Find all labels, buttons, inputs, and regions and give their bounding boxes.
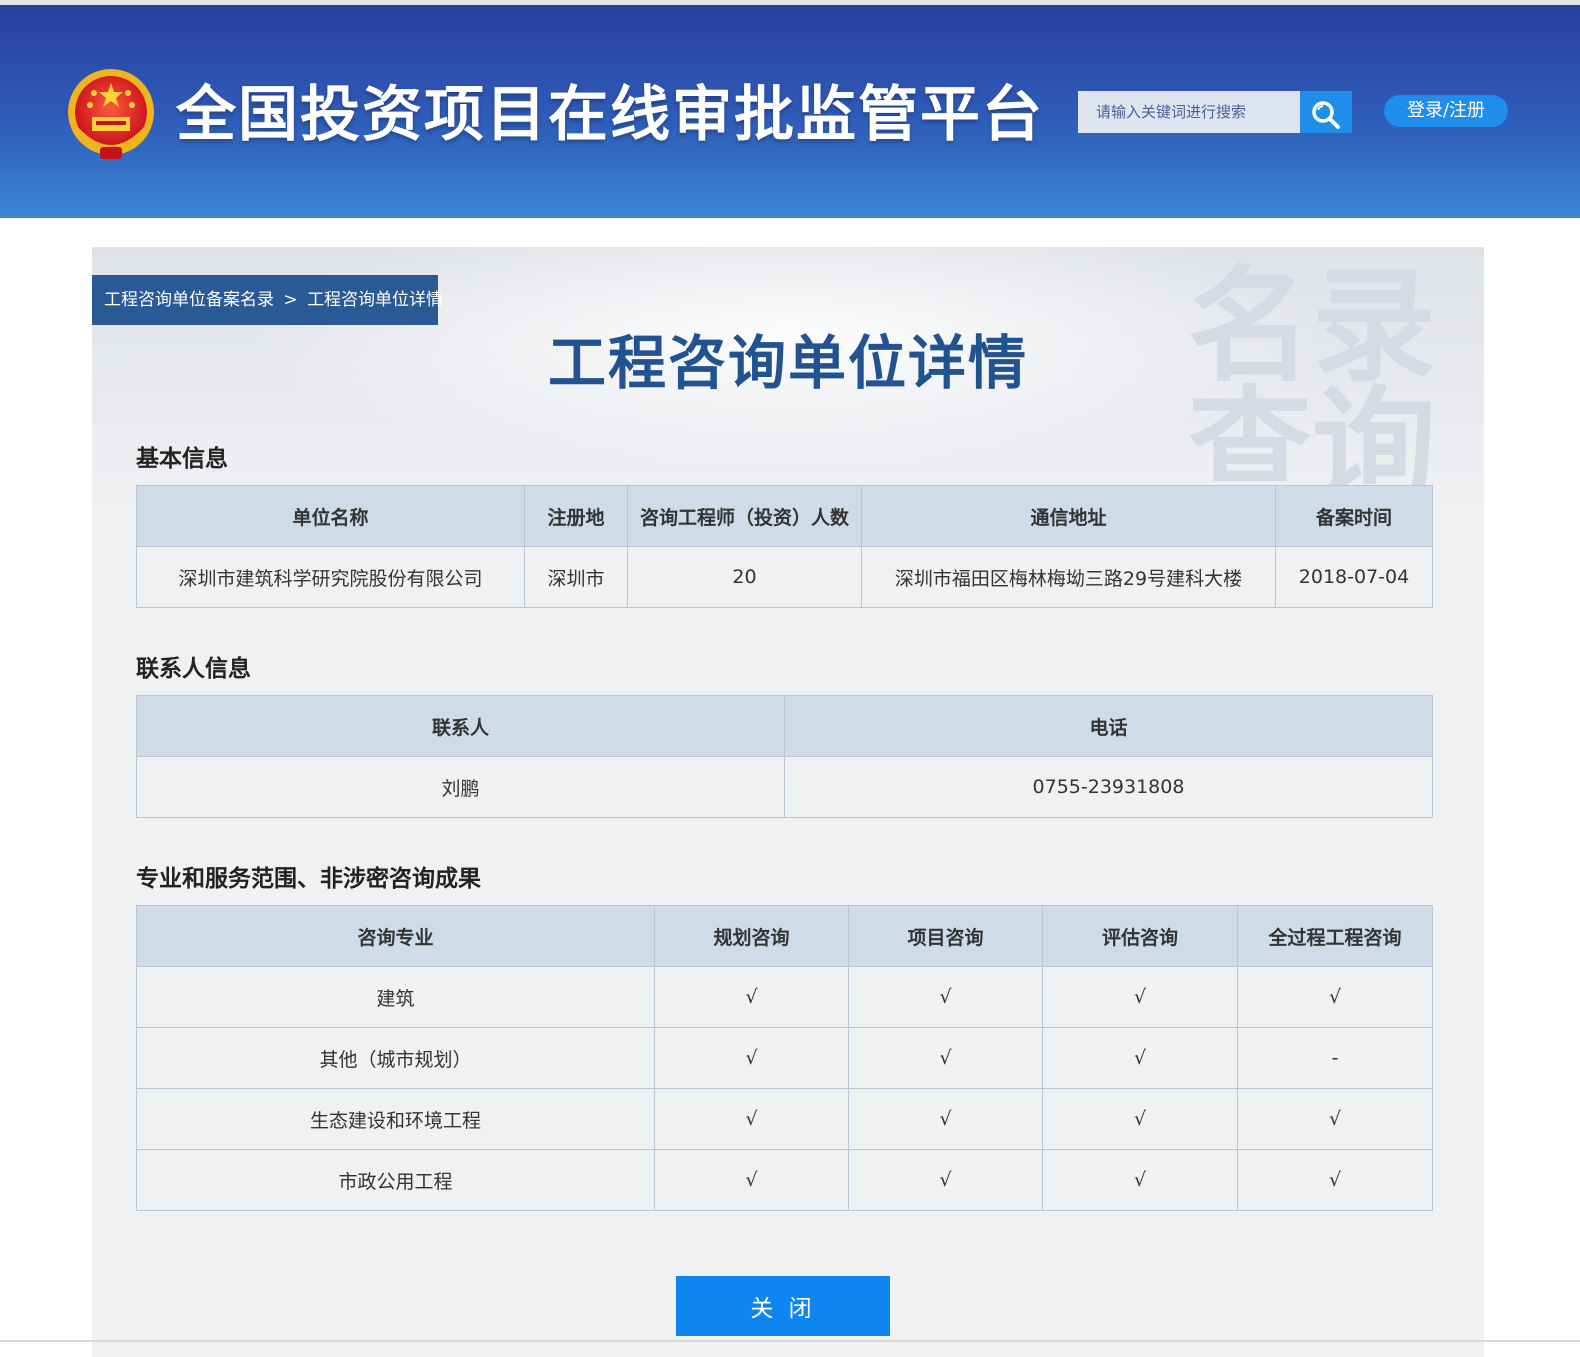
specialty-cell: 建筑 [136, 966, 655, 1028]
check-cell: √ [654, 1149, 849, 1211]
filing-date-cell: 2018-07-04 [1275, 546, 1433, 608]
check-cell: √ [848, 1027, 1043, 1089]
table-row: 其他（城市规划） √ √ √ - [136, 1027, 1433, 1089]
table-header-row: 联系人 电话 [136, 695, 1433, 757]
column-header: 备案时间 [1275, 485, 1433, 547]
page-bottom-divider [0, 1340, 1580, 1342]
check-cell: - [1237, 1027, 1433, 1089]
table-row: 市政公用工程 √ √ √ √ [136, 1149, 1433, 1211]
check-cell: √ [654, 1088, 849, 1150]
section-title-services: 专业和服务范围、非涉密咨询成果 [136, 866, 481, 892]
phone-cell: 0755-23931808 [784, 756, 1433, 818]
check-cell: √ [1042, 1088, 1238, 1150]
check-cell: √ [654, 966, 849, 1028]
column-header: 电话 [784, 695, 1433, 757]
site-header: 全国投资项目在线审批监管平台 登录/注册 [0, 0, 1580, 218]
specialty-cell: 其他（城市规划） [136, 1027, 655, 1089]
table-row: 刘鹏 0755-23931808 [136, 756, 1433, 818]
contact-person-cell: 刘鹏 [136, 756, 785, 818]
column-header: 咨询工程师（投资）人数 [627, 485, 862, 547]
table-header-row: 单位名称 注册地 咨询工程师（投资）人数 通信地址 备案时间 [136, 485, 1433, 547]
check-cell: √ [848, 1149, 1043, 1211]
check-cell: √ [1237, 966, 1433, 1028]
basic-info-table: 单位名称 注册地 咨询工程师（投资）人数 通信地址 备案时间 深圳市建筑科学研究… [136, 485, 1433, 608]
column-header: 单位名称 [136, 485, 525, 547]
contact-info-table: 联系人 电话 刘鹏 0755-23931808 [136, 695, 1433, 818]
check-cell: √ [1237, 1088, 1433, 1150]
check-cell: √ [1042, 966, 1238, 1028]
login-register-button[interactable]: 登录/注册 [1384, 95, 1508, 127]
column-header: 咨询专业 [136, 905, 655, 967]
section-title-basic-info: 基本信息 [136, 446, 228, 472]
search-icon [1312, 100, 1340, 129]
check-cell: √ [848, 1088, 1043, 1150]
specialty-cell: 生态建设和环境工程 [136, 1088, 655, 1150]
page-title: 工程咨询单位详情 [547, 329, 1028, 397]
search-input[interactable] [1078, 91, 1300, 133]
breadcrumb-separator: > [283, 290, 298, 310]
column-header: 规划咨询 [654, 905, 849, 967]
check-cell: √ [848, 966, 1043, 1028]
table-row: 深圳市建筑科学研究院股份有限公司 深圳市 20 深圳市福田区梅林梅坳三路29号建… [136, 546, 1433, 608]
column-header: 全过程工程咨询 [1237, 905, 1433, 967]
column-header: 评估咨询 [1042, 905, 1238, 967]
breadcrumb-current: 工程咨询单位详情 [307, 290, 444, 310]
site-title: 全国投资项目在线审批监管平台 [176, 80, 1044, 150]
check-cell: √ [1237, 1149, 1433, 1211]
breadcrumb: 工程咨询单位备案名录 > 工程咨询单位详情 [92, 275, 443, 325]
check-cell: √ [1042, 1027, 1238, 1089]
column-header: 注册地 [524, 485, 628, 547]
detail-panel: 名录 查询 工程咨询单位备案名录 > 工程咨询单位详情 工程咨询单位详情 基本信… [92, 247, 1484, 1357]
services-table: 咨询专业 规划咨询 项目咨询 评估咨询 全过程工程咨询 建筑 √ √ √ √ 其… [136, 905, 1433, 1211]
specialty-cell: 市政公用工程 [136, 1149, 655, 1211]
check-cell: √ [654, 1027, 849, 1089]
address-cell: 深圳市福田区梅林梅坳三路29号建科大楼 [861, 546, 1276, 608]
unit-name-cell: 深圳市建筑科学研究院股份有限公司 [136, 546, 525, 608]
registration-place-cell: 深圳市 [524, 546, 628, 608]
column-header: 项目咨询 [848, 905, 1043, 967]
column-header: 通信地址 [861, 485, 1276, 547]
national-emblem-icon [68, 69, 154, 159]
check-cell: √ [1042, 1149, 1238, 1211]
search-button[interactable] [1300, 91, 1352, 133]
table-row: 建筑 √ √ √ √ [136, 966, 1433, 1028]
close-button[interactable]: 关 闭 [676, 1276, 890, 1336]
table-row: 生态建设和环境工程 √ √ √ √ [136, 1088, 1433, 1150]
table-header-row: 咨询专业 规划咨询 项目咨询 评估咨询 全过程工程咨询 [136, 905, 1433, 967]
section-title-contact-info: 联系人信息 [136, 656, 251, 682]
column-header: 联系人 [136, 695, 785, 757]
engineer-count-cell: 20 [627, 546, 862, 608]
breadcrumb-parent-link[interactable]: 工程咨询单位备案名录 [104, 290, 274, 310]
